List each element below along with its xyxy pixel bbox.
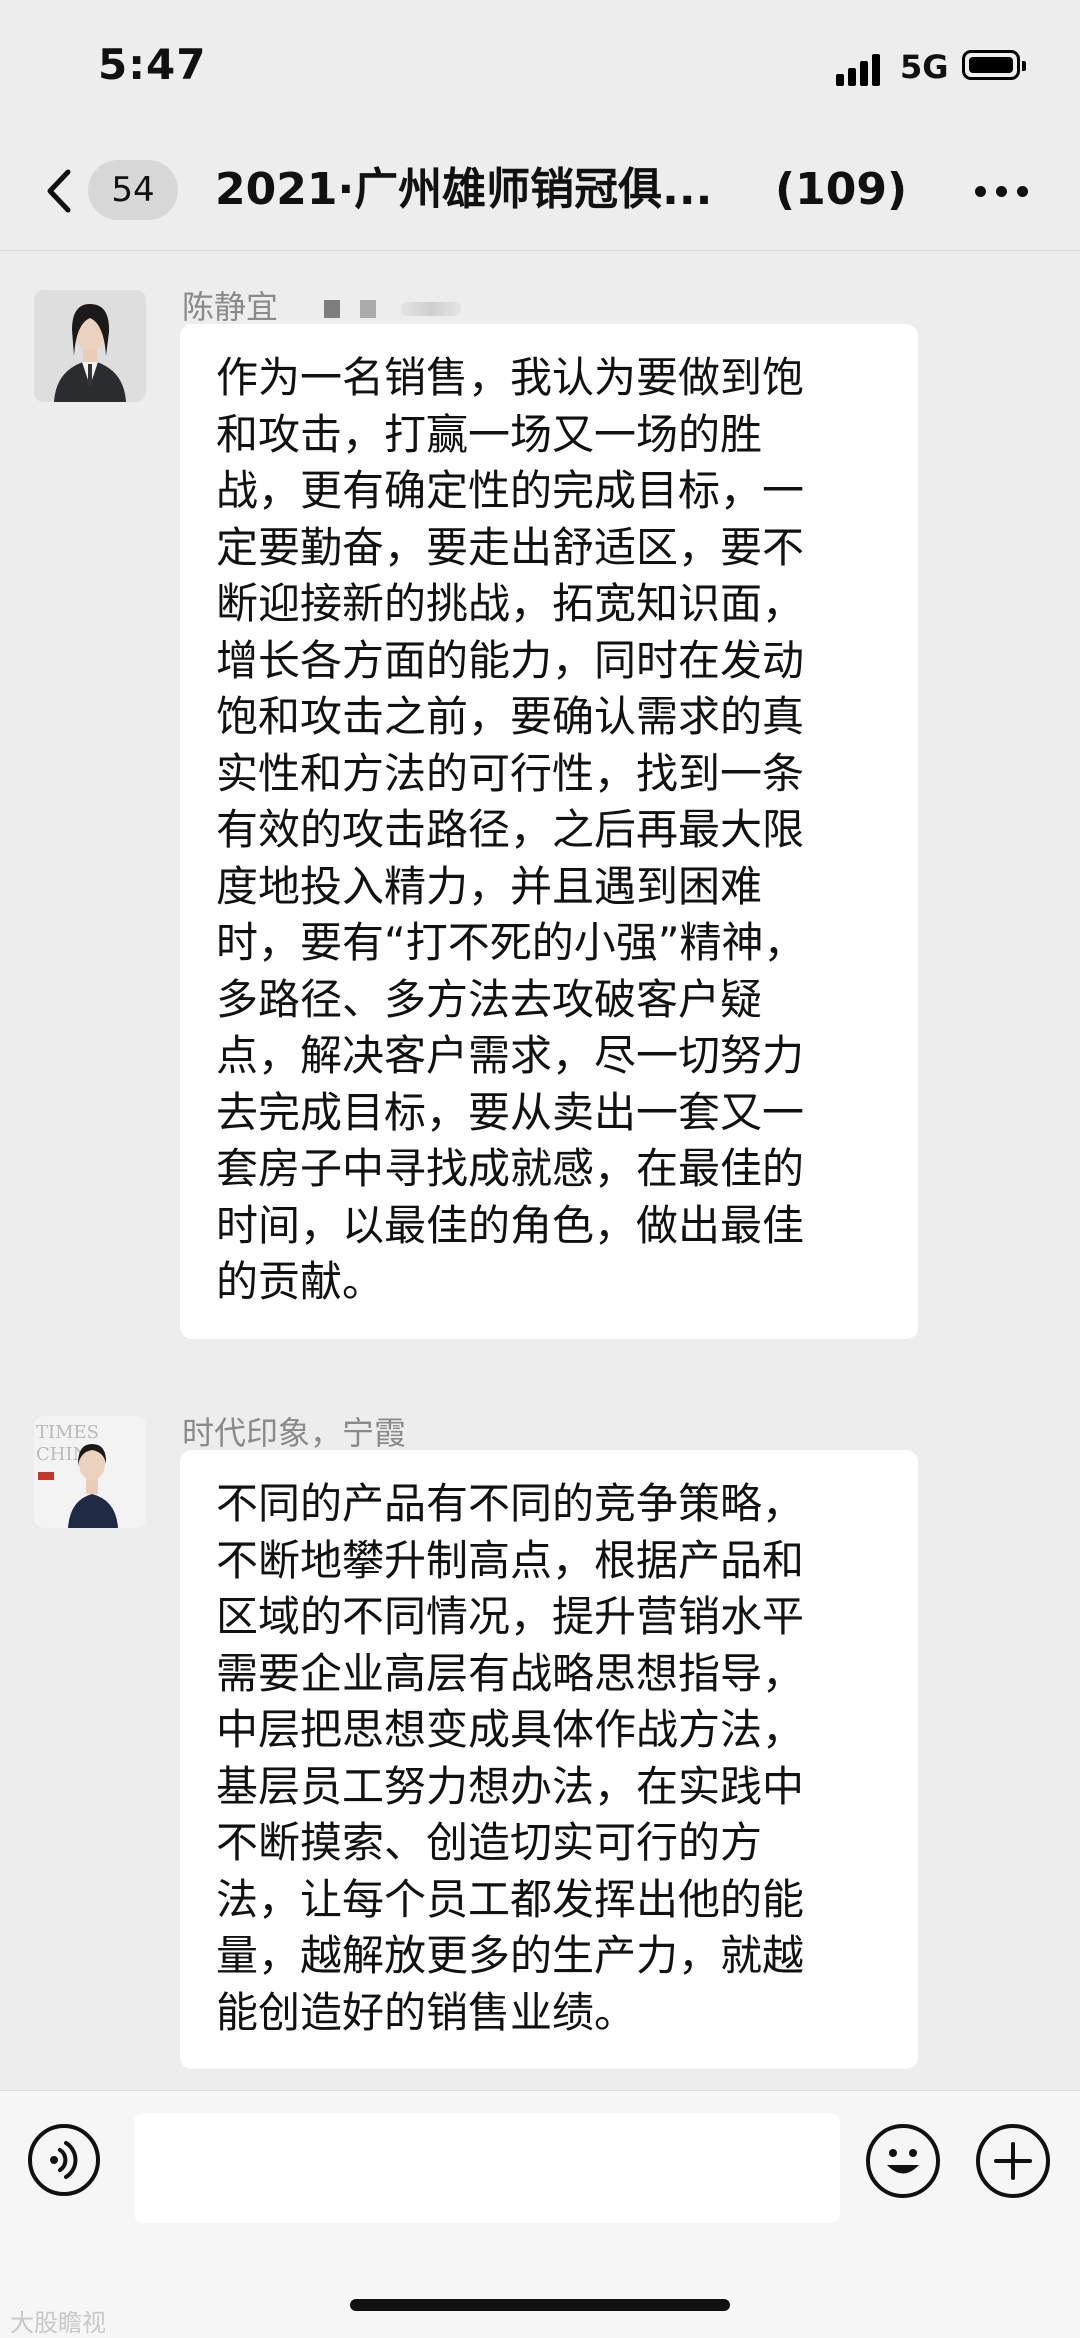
back-icon[interactable] bbox=[40, 166, 80, 216]
plus-icon[interactable] bbox=[976, 2124, 1050, 2198]
message-line: 和攻击，打赢一场又一场的胜 bbox=[216, 409, 763, 459]
member-count: (109) bbox=[775, 164, 908, 215]
message-line: 实性和方法的可行性，找到一条 bbox=[216, 748, 805, 798]
message-line: 套房子中寻找成就感，在最佳的 bbox=[216, 1144, 805, 1193]
voice-icon[interactable] bbox=[28, 2124, 100, 2196]
message-line: 去完成目标，要从卖出一套又一 bbox=[216, 1087, 805, 1137]
status-bar: 5:47 5G bbox=[0, 0, 1080, 130]
message-line: 的贡献。 bbox=[216, 1257, 385, 1306]
message-line: 时，要有“打不死的小强”精神， bbox=[216, 918, 806, 967]
redacted-mark bbox=[324, 300, 341, 318]
message-line: 作为一名销售，我认为要做到饱 bbox=[216, 353, 805, 402]
sender-name-text: 陈静宜 bbox=[182, 288, 279, 326]
message-line: 能创造好的销售业绩。 bbox=[216, 1987, 637, 2037]
chat-header: 54 2021·广州雄师销冠俱... (109) bbox=[0, 130, 1080, 251]
input-bar: 大股瞻视 bbox=[0, 2090, 1080, 2338]
message-line: 度地投入精力，并且遇到困难 bbox=[216, 861, 763, 911]
message-line: 定要勤奋，要走出舒适区，要不 bbox=[216, 522, 805, 572]
message-line: 不断摸索、创造切实可行的方 bbox=[216, 1818, 763, 1867]
message-line: 不同的产品有不同的竞争策略， bbox=[216, 1479, 805, 1528]
message-line: 有效的攻击路径，之后再最大限 bbox=[216, 805, 805, 854]
message-bubble[interactable]: 不同的产品有不同的竞争策略， 不断地攀升制高点，根据产品和 区域的不同情况，提升… bbox=[180, 1450, 918, 2069]
watermark: 大股瞻视 bbox=[10, 2309, 106, 2337]
message-line: 需要企业高层有战略思想指导， bbox=[216, 1648, 805, 1698]
message-line: 法，让每个员工都发挥出他的能 bbox=[216, 1874, 805, 1924]
message-line: 战，更有确定性的完成目标，一 bbox=[216, 466, 805, 515]
message-bubble[interactable]: 作为一名销售，我认为要做到饱 和攻击，打赢一场又一场的胜 战，更有确定性的完成目… bbox=[180, 324, 918, 1339]
message-line: 量，越解放更多的生产力，就越 bbox=[216, 1931, 805, 1980]
redacted-mark bbox=[360, 300, 377, 318]
message-line: 多路径、多方法去攻破客户疑 bbox=[216, 974, 763, 1024]
sender-name: 陈静宜 bbox=[182, 282, 461, 328]
signal-icon bbox=[836, 50, 886, 86]
avatar[interactable] bbox=[34, 290, 146, 402]
message-line: 中层把思想变成具体作战方法， bbox=[216, 1705, 805, 1754]
chat-title: 2021·广州雄师销冠俱... bbox=[215, 164, 713, 215]
unread-count-badge[interactable]: 54 bbox=[88, 160, 178, 220]
network-type: 5G bbox=[900, 48, 949, 86]
message-line: 断迎接新的挑战，拓宽知识面， bbox=[216, 579, 805, 628]
avatar-logo-text: TIMES bbox=[36, 1422, 99, 1443]
message-line: 不断地攀升制高点，根据产品和 bbox=[216, 1535, 805, 1585]
message-line: 区域的不同情况，提升营销水平 bbox=[216, 1592, 805, 1641]
emoji-icon[interactable] bbox=[866, 2124, 940, 2198]
redacted-mark bbox=[400, 302, 461, 316]
more-icon[interactable] bbox=[975, 186, 1029, 198]
avatar[interactable]: TIMES CHINA bbox=[34, 1416, 146, 1528]
message-line: 基层员工努力想办法，在实践中 bbox=[216, 1761, 805, 1811]
message-line: 增长各方面的能力，同时在发动 bbox=[216, 635, 805, 685]
home-indicator[interactable] bbox=[350, 2299, 730, 2311]
message-line: 点，解决客户需求，尽一切努力 bbox=[216, 1031, 805, 1080]
message-line: 时间，以最佳的角色，做出最佳 bbox=[216, 1200, 805, 1250]
status-time: 5:47 bbox=[98, 40, 207, 89]
battery-icon bbox=[962, 50, 1026, 80]
message-input[interactable] bbox=[134, 2113, 840, 2223]
message-line: 饱和攻击之前，要确认需求的真 bbox=[216, 692, 805, 741]
sender-name: 时代印象，宁霞 bbox=[182, 1414, 407, 1452]
